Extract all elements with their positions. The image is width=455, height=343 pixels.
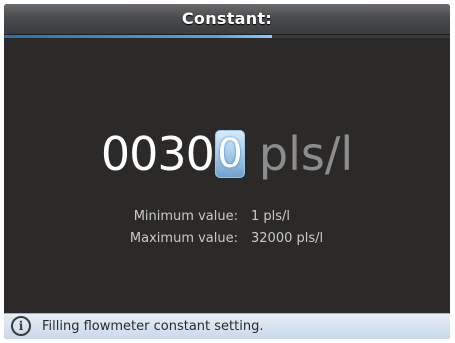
constant-value-editor[interactable]: 00300 pls/l [4, 124, 450, 184]
title-bar: Constant: [4, 4, 450, 35]
maximum-row: Maximum value: 32000 pls/l [4, 231, 450, 253]
maximum-label: Maximum value: [129, 231, 238, 246]
active-digit-cursor[interactable]: 0 [214, 130, 245, 178]
progress-fill [4, 35, 272, 38]
device-screen: Constant: 00300 pls/l Minimum value: 1 pl… [4, 4, 450, 339]
limits-info: Minimum value: 1 pls/l Maximum value: 32… [4, 209, 450, 253]
value-digits[interactable]: 0030 [101, 124, 215, 184]
minimum-row: Minimum value: 1 pls/l [4, 209, 450, 231]
minimum-label: Minimum value: [133, 209, 238, 224]
progress-track [4, 35, 450, 38]
minimum-value: 1 pls/l [251, 209, 291, 224]
page-title: Constant: [181, 9, 273, 28]
status-bar: i Filling flowmeter constant setting. [4, 313, 450, 339]
info-icon: i [11, 316, 31, 336]
maximum-value: 32000 pls/l [251, 231, 324, 246]
value-unit: pls/l [258, 127, 354, 181]
status-message: Filling flowmeter constant setting. [42, 319, 264, 334]
